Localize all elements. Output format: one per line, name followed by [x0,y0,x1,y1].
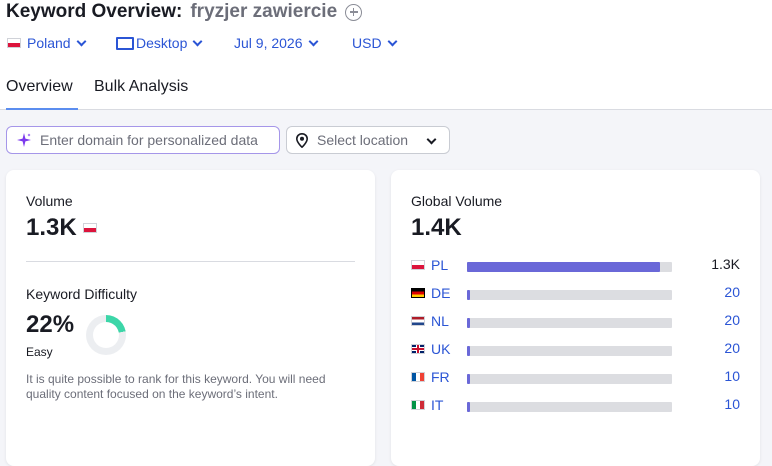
domain-input[interactable]: Enter domain for personalized data [6,126,280,154]
chevron-down-icon [308,36,318,46]
chevron-down-icon [76,36,87,46]
global-volume-value: 1.4K [411,214,462,241]
country-volume-link[interactable]: 10 [724,396,740,412]
volume-bar-track [467,346,672,356]
country-volume-link[interactable]: 20 [724,284,740,300]
volume-value-row: 1.3K [26,214,97,242]
tab-bulk-analysis[interactable]: Bulk Analysis [94,78,188,110]
domain-input-placeholder: Enter domain for personalized data [40,132,258,148]
country-code: DE [431,285,451,301]
date-filter[interactable]: Jul 9, 2026 [234,33,318,53]
volume-bar-track [467,402,672,412]
volume-value: 1.3K [26,214,77,241]
country-filter-label: Poland [27,35,71,51]
country-volume-link[interactable]: 10 [724,368,740,384]
country-row-nl: NL 20 [411,312,740,330]
country-row-uk: UK 20 [411,340,740,358]
keyword-text: fryzjer zawiercie [190,1,338,22]
location-select-placeholder: Select location [317,132,409,148]
chevron-down-icon [387,36,398,46]
difficulty-donut [86,315,126,355]
france-flag-icon [411,372,425,382]
country-link-fr[interactable]: FR [411,368,450,386]
volume-bar-fill [467,262,660,272]
top-bar: Keyword Overview: fryzjer zawiercie Pola… [0,0,772,110]
global-volume-label: Global Volume [411,193,503,209]
sparkle-icon [17,133,31,147]
volume-bar-fill [467,318,470,328]
volume-bar-fill [467,402,470,412]
location-pin-icon [295,132,309,148]
chevron-down-icon [192,36,203,46]
poland-flag-icon [7,38,21,48]
country-volume-link[interactable]: 20 [724,340,740,356]
country-row-de: DE 20 [411,284,740,302]
germany-flag-icon [411,288,425,298]
country-row-fr: FR 10 [411,368,740,386]
country-filter[interactable]: Poland [7,33,87,53]
add-keyword-icon[interactable] [345,3,363,21]
volume-bar-track [467,290,672,300]
currency-filter-label: USD [352,35,382,51]
country-code: FR [431,369,450,385]
currency-filter[interactable]: USD [352,33,398,53]
country-volume: 1.3K [711,256,740,272]
divider [26,261,355,262]
volume-bar-fill [467,346,470,356]
chevron-down-icon [426,134,437,145]
volume-bar-fill [467,374,470,384]
volume-bar-track [467,262,672,272]
volume-bar-track [467,318,672,328]
device-filter[interactable]: Desktop [116,33,203,53]
country-volume-link[interactable]: 20 [724,312,740,328]
volume-card: Volume 1.3K Keyword Difficulty 22% Easy … [6,170,375,466]
page-title-text: Keyword Overview: [6,1,183,22]
poland-flag-icon [411,260,425,270]
poland-flag-icon [82,223,97,233]
country-code: PL [431,257,449,273]
volume-label: Volume [26,193,73,209]
country-row-pl: PL 1.3K [411,256,740,274]
country-link-it[interactable]: IT [411,396,443,414]
difficulty-description: It is quite possible to rank for this ke… [26,372,326,401]
country-link-nl[interactable]: NL [411,312,449,330]
keyword-difficulty-value: 22% [26,311,75,338]
country-link-uk[interactable]: UK [411,340,450,358]
desktop-icon [116,36,134,50]
country-code: NL [431,313,449,329]
keyword-difficulty-label: Keyword Difficulty [26,286,138,302]
volume-bar-fill [467,290,470,300]
tab-overview[interactable]: Overview [6,78,78,110]
country-code: UK [431,341,451,357]
uk-flag-icon [411,344,425,354]
page-title: Keyword Overview: fryzjer zawiercie [6,0,363,24]
location-select[interactable]: Select location [286,126,450,154]
date-filter-label: Jul 9, 2026 [234,35,303,51]
country-row-it: IT 10 [411,396,740,414]
device-filter-label: Desktop [136,35,188,51]
country-link-pl[interactable]: PL [411,256,448,274]
italy-flag-icon [411,400,425,410]
global-volume-card: Global Volume 1.4K PL 1.3K DE 20 NL 20 U… [391,170,760,466]
country-link-de[interactable]: DE [411,284,450,302]
netherlands-flag-icon [411,316,425,326]
country-code: IT [431,397,444,413]
difficulty-level: Easy [26,345,53,359]
volume-bar-track [467,374,672,384]
